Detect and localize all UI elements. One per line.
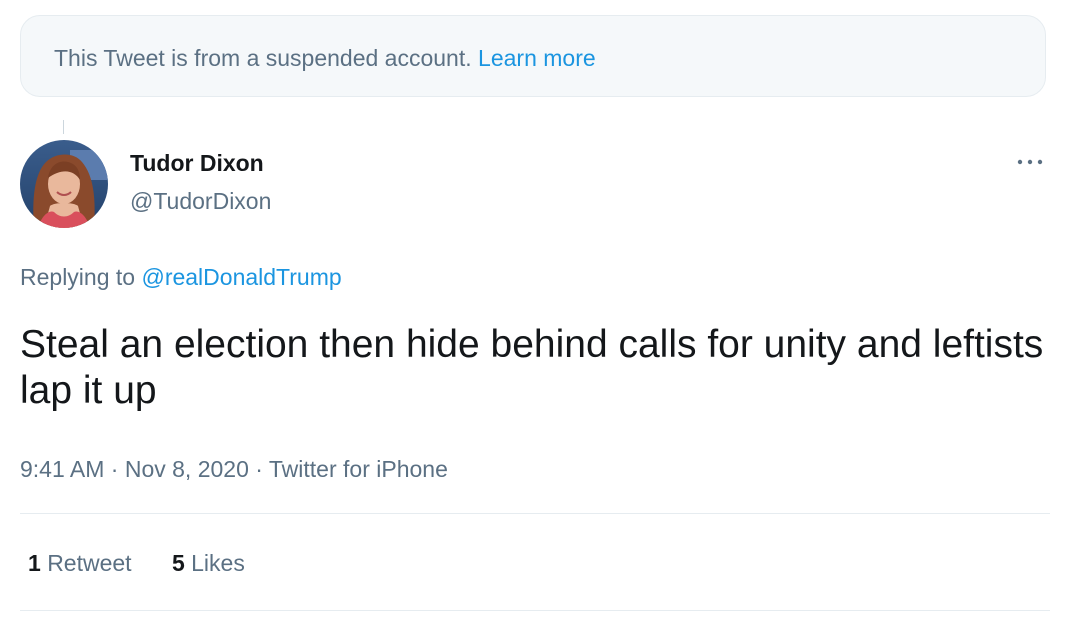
- thread-connector-line: [63, 120, 64, 134]
- more-options-button[interactable]: [1010, 150, 1050, 174]
- replying-to-line: Replying to @realDonaldTrump: [20, 264, 342, 291]
- likes-stat[interactable]: 5 Likes: [172, 550, 245, 576]
- likes-count: 5: [171, 550, 185, 576]
- likes-label: Likes: [191, 550, 245, 576]
- notice-message: This Tweet is from a suspended account.: [54, 45, 472, 71]
- tweet-date[interactable]: Nov 8, 2020: [125, 456, 249, 482]
- learn-more-link[interactable]: Learn more: [478, 45, 596, 71]
- suspended-account-notice: This Tweet is from a suspended account. …: [20, 15, 1046, 97]
- retweets-count: 1: [28, 550, 41, 576]
- divider-top: [20, 513, 1050, 514]
- retweets-stat[interactable]: 1 Retweet: [28, 550, 138, 576]
- profile-photo-icon: [20, 140, 108, 228]
- tweet-time[interactable]: 9:41 AM: [20, 456, 104, 482]
- tweet-source[interactable]: Twitter for iPhone: [269, 456, 448, 482]
- avatar[interactable]: [20, 140, 108, 228]
- reply-mention-link[interactable]: @realDonaldTrump: [141, 264, 341, 290]
- divider-bottom: [20, 610, 1050, 611]
- retweets-label: Retweet: [47, 550, 132, 576]
- meta-separator: ·: [255, 456, 269, 482]
- tweet-stats: 1 Retweet 5 Likes: [28, 550, 279, 577]
- author-display-name[interactable]: Tudor Dixon: [130, 150, 264, 177]
- author-handle[interactable]: @TudorDixon: [130, 188, 271, 215]
- notice-text-line: This Tweet is from a suspended account. …: [54, 45, 596, 72]
- replying-to-label: Replying to: [20, 264, 136, 290]
- tweet-metadata: 9:41 AM · Nov 8, 2020 · Twitter for iPho…: [20, 456, 448, 483]
- meta-separator: ·: [110, 456, 125, 482]
- ellipsis-icon: [1017, 159, 1043, 165]
- tweet-text: Steal an election then hide behind calls…: [20, 323, 1044, 412]
